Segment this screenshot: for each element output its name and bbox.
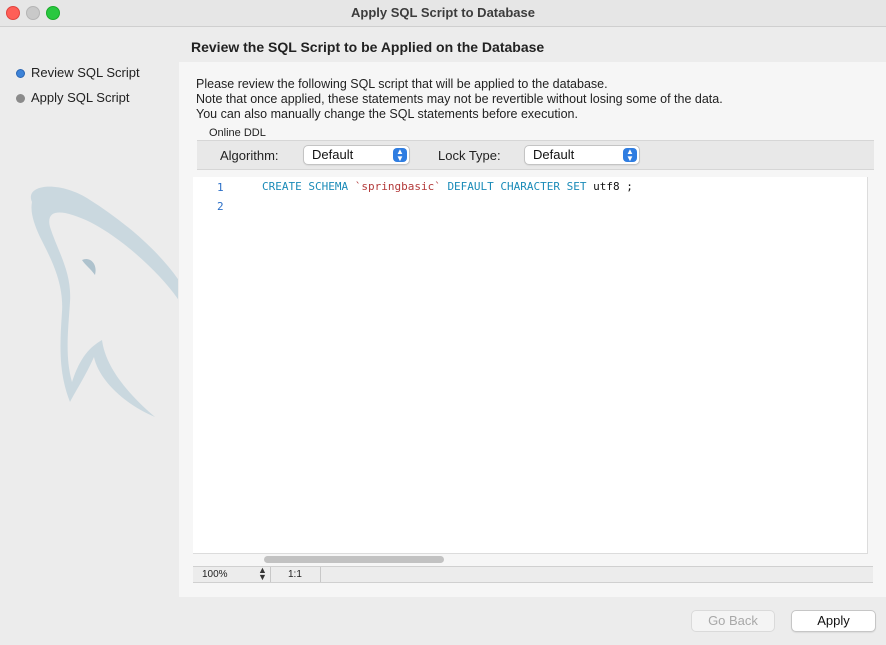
- divider: [270, 567, 271, 582]
- zoom-stepper-icon[interactable]: ▲ ▼: [258, 566, 267, 582]
- step-apply-sql-script: Apply SQL Script: [16, 90, 130, 105]
- online-ddl-label: Online DDL: [209, 127, 266, 139]
- online-ddl-group: Algorithm: Default ▲ ▼ Lock Type: Default…: [197, 140, 874, 170]
- lock-type-select[interactable]: Default ▲ ▼: [524, 145, 640, 165]
- dolphin-watermark-icon: [30, 186, 178, 417]
- editor-status-bar: 100% ▲ ▼ 1:1: [193, 566, 873, 583]
- algorithm-value: Default: [312, 147, 354, 162]
- line-number: 1: [217, 181, 224, 194]
- step-review-sql-script: Review SQL Script: [16, 65, 140, 80]
- code-line[interactable]: CREATE SCHEMA `springbasic` DEFAULT CHAR…: [262, 180, 633, 193]
- line-number: 2: [217, 200, 224, 213]
- horizontal-scrollbar[interactable]: [264, 556, 444, 563]
- lock-type-label: Lock Type:: [438, 148, 501, 163]
- sql-keyword: DEFAULT CHARACTER SET: [447, 180, 587, 193]
- active-step-indicator-icon: [16, 69, 25, 78]
- title-bar: Apply SQL Script to Database: [0, 0, 886, 27]
- cursor-position: 1:1: [288, 569, 302, 580]
- zoom-level[interactable]: 100%: [202, 569, 228, 580]
- window-title: Apply SQL Script to Database: [351, 5, 535, 20]
- up-down-chevron-icon: ▲ ▼: [623, 148, 637, 163]
- step-label: Apply SQL Script: [31, 90, 130, 105]
- page-heading: Review the SQL Script to be Applied on t…: [191, 39, 545, 55]
- wizard-sidebar: Review SQL Script Apply SQL Script: [0, 27, 178, 645]
- description-line: You can also manually change the SQL sta…: [196, 107, 578, 121]
- description: Please review the following SQL script t…: [196, 77, 723, 122]
- go-back-button[interactable]: Go Back: [691, 610, 775, 632]
- divider: [320, 567, 321, 582]
- sql-editor[interactable]: 1 2 CREATE SCHEMA `springbasic` DEFAULT …: [193, 177, 868, 554]
- inactive-step-indicator-icon: [16, 94, 25, 103]
- description-line: Note that once applied, these statements…: [196, 92, 723, 106]
- apply-button[interactable]: Apply: [791, 610, 876, 632]
- sql-text: utf8 ;: [593, 180, 633, 193]
- up-down-chevron-icon: ▲ ▼: [393, 148, 407, 163]
- content-panel: Please review the following SQL script t…: [179, 62, 886, 597]
- step-label: Review SQL Script: [31, 65, 140, 80]
- sql-keyword: CREATE SCHEMA: [262, 180, 349, 193]
- lock-type-value: Default: [533, 147, 575, 162]
- sql-schema-name: `springbasic`: [354, 180, 441, 193]
- description-line: Please review the following SQL script t…: [196, 77, 608, 91]
- algorithm-select[interactable]: Default ▲ ▼: [303, 145, 410, 165]
- algorithm-label: Algorithm:: [220, 148, 279, 163]
